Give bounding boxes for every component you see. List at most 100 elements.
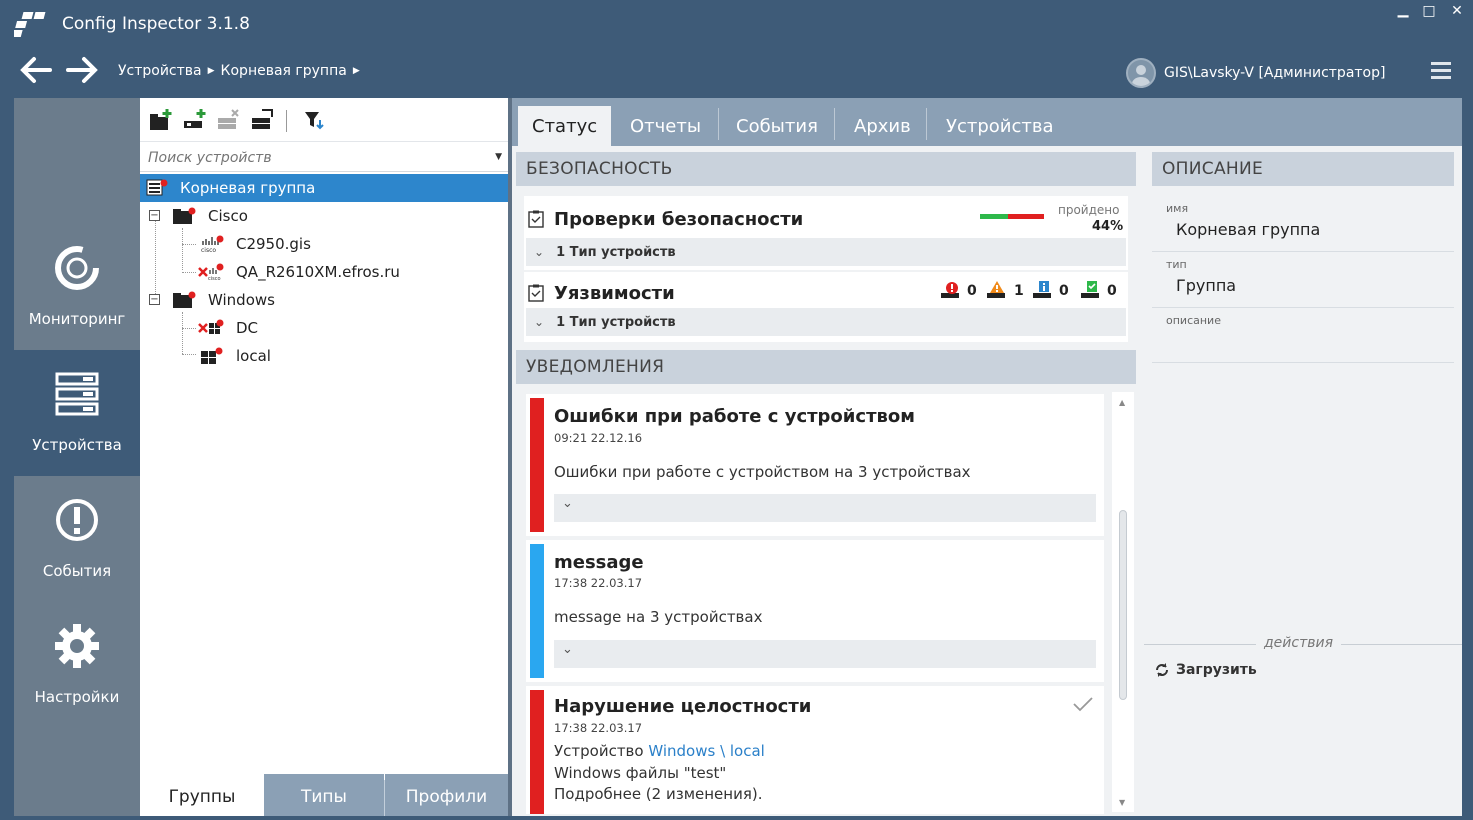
tree-node-c2950[interactable]: cisco C2950.gis <box>140 230 508 258</box>
back-arrow-icon[interactable] <box>18 54 54 86</box>
notifications-header: УВЕДОМЛЕНИЯ <box>516 350 1136 384</box>
monitoring-icon <box>55 246 99 290</box>
severity-stripe <box>530 398 544 532</box>
user-avatar-icon <box>1126 58 1156 88</box>
severity-stripe <box>530 690 544 814</box>
rail-label-devices: Устройства <box>32 436 122 454</box>
rail-label-monitoring: Мониторинг <box>28 310 126 328</box>
description-label: описание <box>1166 314 1221 327</box>
add-group-icon[interactable] <box>148 108 174 132</box>
vulnerabilities-card: Уязвимости 0 1 0 0 ⌄ 1 Тип устройств <box>524 272 1128 342</box>
devices-icon <box>55 372 99 416</box>
delete-device-icon[interactable] <box>216 108 242 132</box>
scrollbar-thumb[interactable] <box>1119 510 1127 700</box>
folder-icon <box>173 291 196 308</box>
acknowledge-check-icon[interactable] <box>1072 696 1094 712</box>
notification-body: Устройство Windows \ local <box>554 742 765 760</box>
breadcrumb-separator-icon: ▶ <box>352 66 360 76</box>
tree-node-root-group[interactable]: Корневая группа <box>140 174 508 202</box>
device-types-count: 1 Тип устройств <box>556 244 676 260</box>
folder-icon <box>173 207 196 224</box>
scroll-up-icon[interactable]: ▲ <box>1119 398 1125 407</box>
collapse-toggle[interactable]: − <box>149 210 160 221</box>
rail-item-devices[interactable]: Устройства <box>14 350 140 476</box>
search-dropdown-icon[interactable]: ▼ <box>495 152 502 162</box>
vulnerabilities-expander[interactable]: ⌄ 1 Тип устройств <box>526 308 1126 336</box>
rail-item-settings[interactable]: Настройки <box>14 602 140 728</box>
tab-types[interactable]: Типы <box>264 774 384 816</box>
tab-reports[interactable]: Отчеты <box>616 106 715 146</box>
tab-groups[interactable]: Группы <box>140 774 264 816</box>
minimize-button[interactable]: ▁ <box>1392 2 1414 18</box>
close-button[interactable]: ✕ <box>1446 3 1468 19</box>
notification-time: 17:38 22.03.17 <box>554 721 643 735</box>
collapse-toggle[interactable]: − <box>149 294 160 305</box>
tree-node-cisco[interactable]: − Cisco <box>140 202 508 230</box>
windows-device-icon <box>201 347 223 364</box>
notification-item[interactable]: Нарушение целостности 17:38 22.03.17 Уст… <box>526 686 1104 814</box>
load-button-label: Загрузить <box>1176 662 1257 678</box>
tree-node-local[interactable]: local <box>140 342 508 370</box>
chevron-down-icon: ⌄ <box>534 315 545 329</box>
device-search-input[interactable] <box>146 147 476 169</box>
vulnerabilities-title: Уязвимости <box>554 283 675 304</box>
import-devices-icon[interactable] <box>250 108 276 132</box>
passed-progress-fill <box>980 214 1009 219</box>
group-root-icon <box>146 179 168 196</box>
details-link[interactable]: Подробнее (2 изменения). <box>554 785 762 803</box>
user-area[interactable]: GIS\Lavsky-V [Администратор] <box>1126 58 1385 88</box>
critical-vuln-icon <box>941 282 959 298</box>
notification-body-prefix: Устройство <box>554 742 649 760</box>
tree-node-label: QA_R2610XM.efros.ru <box>236 263 400 281</box>
tab-archive[interactable]: Архив <box>840 106 925 146</box>
load-button[interactable]: Загрузить <box>1154 662 1257 678</box>
filter-icon[interactable] <box>302 108 328 132</box>
tab-status[interactable]: Статус <box>518 106 612 146</box>
user-name: GIS\Lavsky-V [Администратор] <box>1164 65 1386 81</box>
notification-item[interactable]: Ошибки при работе с устройством 09:21 22… <box>526 394 1104 536</box>
tree-node-windows[interactable]: − Windows <box>140 286 508 314</box>
maximize-button[interactable]: □ <box>1418 3 1440 19</box>
passed-label: пройдено <box>1058 203 1120 217</box>
chevron-down-icon: ⌄ <box>562 496 573 511</box>
main-tabs: Статус Отчеты События Архив Устройства <box>512 98 1462 146</box>
tab-profiles[interactable]: Профили <box>385 774 508 816</box>
notification-expander[interactable]: ⌄ <box>554 640 1096 668</box>
breadcrumb-separator-icon: ▶ <box>207 66 215 76</box>
notification-body: message на 3 устройствах <box>554 608 763 626</box>
breadcrumb-item-root-group[interactable]: Корневая группа <box>221 63 347 79</box>
tree-node-dc[interactable]: DC <box>140 314 508 342</box>
warning-vuln-icon <box>987 281 1005 298</box>
scroll-down-icon[interactable]: ▼ <box>1119 798 1125 807</box>
breadcrumb-item-devices[interactable]: Устройства <box>118 63 202 79</box>
tab-devices[interactable]: Устройства <box>932 106 1068 146</box>
rail-label-events: События <box>42 562 112 580</box>
ok-vuln-count: 0 <box>1107 283 1117 299</box>
add-device-icon[interactable] <box>182 108 208 132</box>
rail-item-events[interactable]: События <box>14 476 140 602</box>
notification-item[interactable]: message 17:38 22.03.17 message на 3 устр… <box>526 540 1104 682</box>
files-link[interactable]: Windows файлы "test" <box>554 764 726 782</box>
hamburger-menu-icon[interactable] <box>1430 60 1452 80</box>
breadcrumb: Устройства ▶ Корневая группа ▶ <box>118 63 360 79</box>
tab-events[interactable]: События <box>722 106 832 146</box>
tree-node-label: Cisco <box>208 207 248 225</box>
tree-node-label: Windows <box>208 291 275 309</box>
notification-expander[interactable]: ⌄ <box>554 494 1096 522</box>
security-checks-expander[interactable]: ⌄ 1 Тип устройств <box>526 238 1126 266</box>
notification-body: Ошибки при работе с устройством на 3 уст… <box>554 463 971 481</box>
notifications-scrollbar[interactable]: ▲ ▼ <box>1112 392 1134 812</box>
device-types-count: 1 Тип устройств <box>556 314 676 330</box>
info-vuln-count: 0 <box>1059 283 1069 299</box>
events-icon <box>56 499 98 541</box>
description-header: ОПИСАНИЕ <box>1152 152 1454 186</box>
tree-toolbar <box>140 98 508 142</box>
svg-text:cisco: cisco <box>208 276 221 281</box>
device-link[interactable]: Windows \ local <box>648 742 765 760</box>
type-value: Группа <box>1176 276 1237 295</box>
security-checks-title: Проверки безопасности <box>554 209 804 230</box>
device-tree-panel: ▼ Корневая группа − Cisco cisco C2950.gi… <box>140 98 508 816</box>
rail-item-monitoring[interactable]: Мониторинг <box>14 224 140 350</box>
tree-node-qa-r2610xm[interactable]: cisco QA_R2610XM.efros.ru <box>140 258 508 286</box>
forward-arrow-icon[interactable] <box>64 54 100 86</box>
